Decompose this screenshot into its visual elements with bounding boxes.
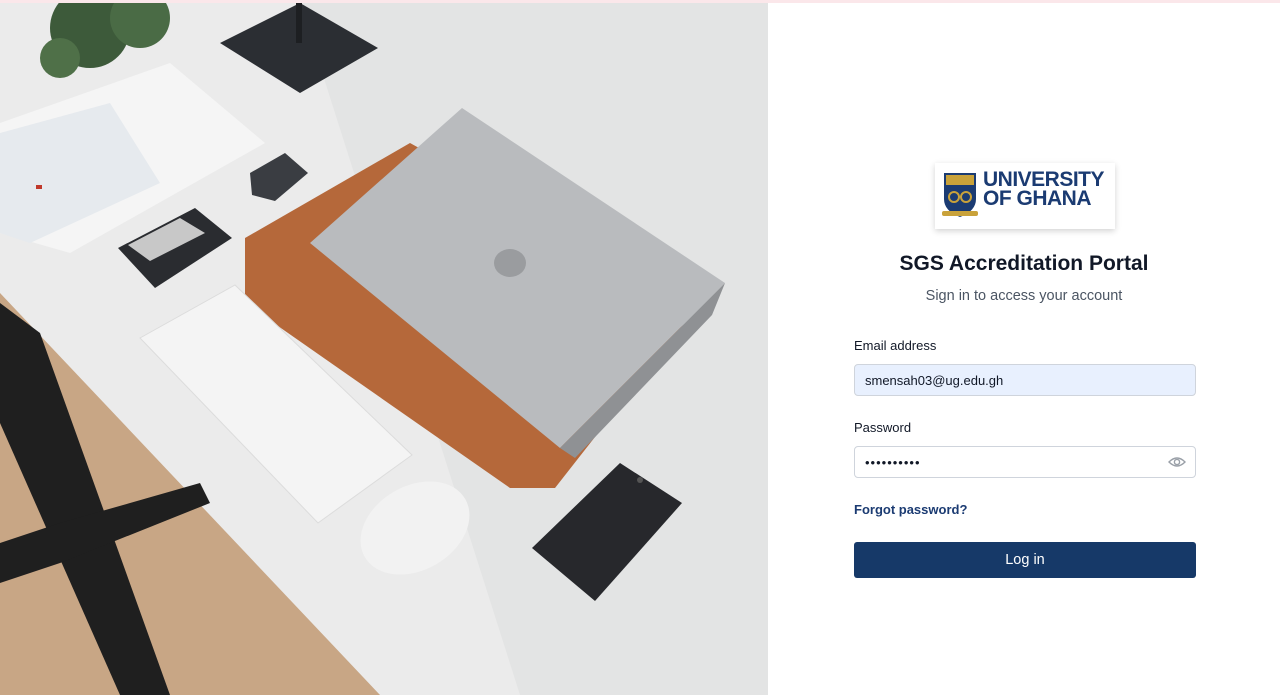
hero-image	[0, 3, 768, 695]
logo-text-line2: OF GHANA	[983, 187, 1092, 210]
email-value: smensah03@ug.edu.gh	[865, 372, 1004, 388]
forgot-password-link[interactable]: Forgot password?	[854, 502, 967, 517]
login-button[interactable]: Log in	[854, 542, 1196, 578]
desk-photo-illustration	[0, 3, 768, 695]
eye-icon[interactable]	[1168, 455, 1186, 469]
login-page: UNIVERSITY OF GHANA SGS Accreditation Po…	[0, 0, 1280, 695]
page-subtitle: Sign in to access your account	[925, 288, 1123, 304]
password-label: Password	[854, 420, 912, 435]
email-field[interactable]: smensah03@ug.edu.gh	[854, 364, 1196, 396]
email-label: Email address	[854, 338, 937, 353]
page-title: SGS Accreditation Portal	[899, 252, 1149, 275]
password-value: ••••••••••	[865, 454, 921, 470]
university-logo: UNIVERSITY OF GHANA	[935, 163, 1115, 229]
crest-icon	[942, 173, 978, 217]
password-field[interactable]: ••••••••••	[854, 446, 1196, 478]
login-panel: UNIVERSITY OF GHANA SGS Accreditation Po…	[768, 3, 1280, 695]
